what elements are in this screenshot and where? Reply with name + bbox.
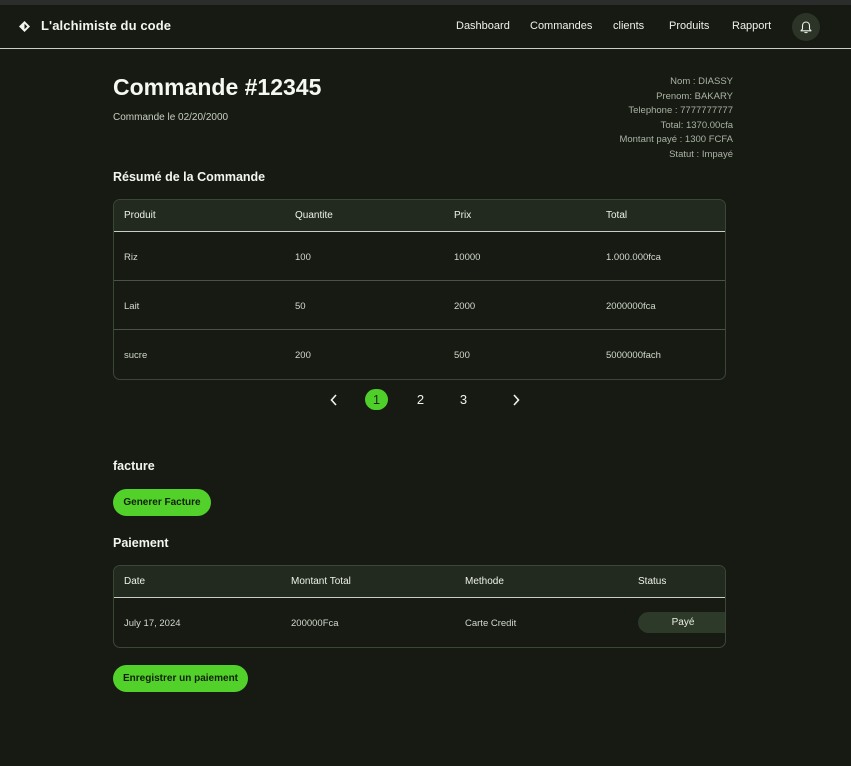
top-nav-bar: L'alchimiste du code Dashboard Commandes… [0,5,851,49]
customer-name: Nom : DIASSY [670,76,733,87]
cell-total: 5000000fach [606,350,661,361]
customer-info: Nom : DIASSY Prenom: BAKARY Telephone : … [619,75,733,163]
cell-quantite: 100 [295,252,311,263]
table-row: sucre 200 500 5000000fach [114,330,725,379]
nav-produits[interactable]: Produits [669,20,709,32]
summary-title: Résumé de la Commande [113,170,266,184]
cell-quantite: 200 [295,350,311,361]
payment-table-header: Date Montant Total Methode Status [114,566,725,598]
payment-title: Paiement [113,536,169,550]
table-row: Riz 100 10000 1.000.000fca [114,232,725,281]
generate-invoice-button[interactable]: Generer Facture [113,489,211,516]
brand-name: L'alchimiste du code [41,18,172,33]
chevron-right-icon [513,394,520,406]
summary-table-header: Produit Quantite Prix Total [114,200,725,232]
cell-prix: 10000 [454,252,481,263]
col-header-montant: Montant Total [291,576,351,587]
col-header-date: Date [124,576,146,587]
cell-amount: 200000Fca [291,618,339,629]
cell-total: 2000000fca [606,301,656,312]
page-1-button[interactable]: 1 [365,389,388,410]
page-2-button[interactable]: 2 [409,389,432,410]
cell-total: 1.000.000fca [606,252,661,263]
cell-produit: sucre [124,350,148,361]
col-header-produit: Produit [124,210,156,221]
nav-dashboard[interactable]: Dashboard [456,20,510,32]
col-header-prix: Prix [454,210,472,221]
status-badge: Payé [638,612,725,633]
order-status: Statut : Impayé [669,148,733,160]
next-page-button[interactable] [510,393,522,407]
cell-quantite: 50 [295,301,306,312]
nav-rapport[interactable]: Rapport [732,20,771,32]
customer-firstname: Prenom: BAKARY [656,90,733,102]
page-3-button[interactable]: 3 [452,389,475,410]
cell-date: July 17, 2024 [124,618,181,629]
payment-table: Date Montant Total Methode Status July 1… [113,565,726,648]
order-total: Total: 1370.00cfa [660,119,733,131]
notifications-button[interactable] [792,13,820,41]
cell-produit: Lait [124,301,140,312]
summary-table: Produit Quantite Prix Total Riz 100 1000… [113,199,726,380]
cell-prix: 2000 [454,301,476,312]
nav-commandes[interactable]: Commandes [530,20,592,32]
logo-icon [19,21,30,32]
invoice-title: facture [113,459,155,473]
cell-prix: 500 [454,350,470,361]
table-row: Lait 50 2000 2000000fca [114,281,725,330]
page-title: Commande #12345 [113,74,322,100]
col-header-quantite: Quantite [295,210,333,221]
bell-icon [800,20,812,33]
col-header-methode: Methode [465,576,504,587]
col-header-total: Total [606,210,628,221]
amount-paid: Montant payé : 1300 FCFA [619,134,733,146]
chevron-left-icon [330,394,337,406]
cell-method: Carte Credit [465,618,517,629]
cell-produit: Riz [124,252,138,263]
table-row: July 17, 2024 200000Fca Carte Credit Pay… [114,598,725,647]
prev-page-button[interactable] [328,393,340,407]
nav-clients[interactable]: clients [613,20,644,32]
record-payment-button[interactable]: Enregistrer un paiement [113,665,248,692]
col-header-status: Status [638,576,667,587]
customer-phone: Telephone : 7777777777 [628,105,733,117]
order-date: Commande le 02/20/2000 [113,112,229,123]
